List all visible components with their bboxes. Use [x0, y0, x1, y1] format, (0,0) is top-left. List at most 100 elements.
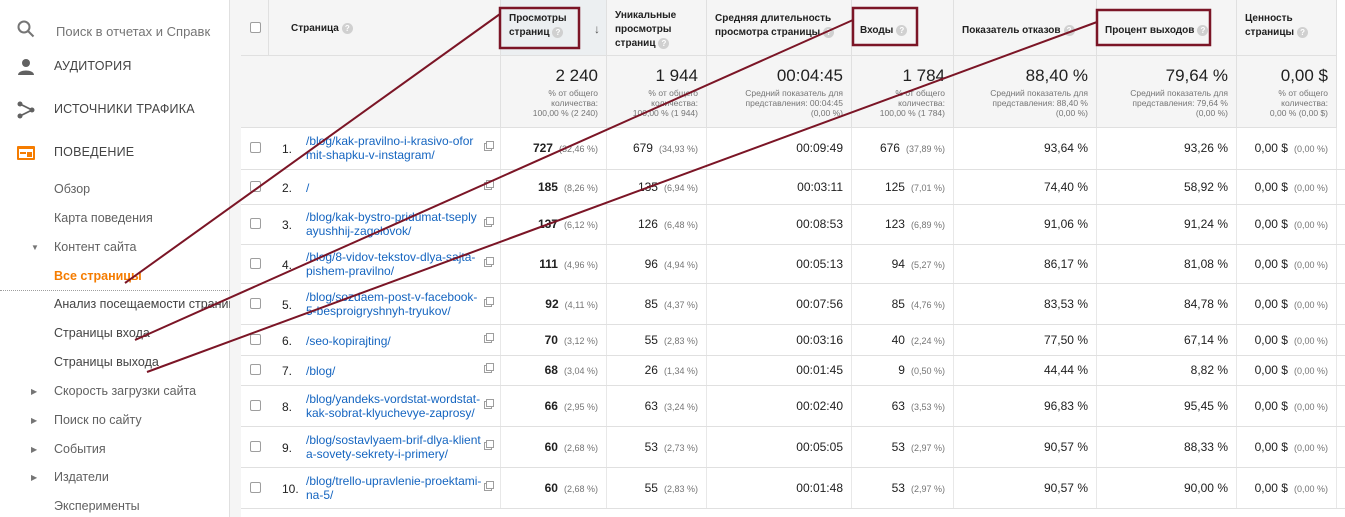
open-in-new-icon[interactable]: [484, 217, 494, 227]
row-checkbox[interactable]: [250, 333, 261, 345]
help-icon[interactable]: ?: [896, 24, 908, 36]
sidebar-search[interactable]: Поиск в отчетах и Справк: [0, 14, 230, 48]
nav-site-content[interactable]: ▼ Контент сайта: [0, 236, 230, 258]
nav-behavior[interactable]: ПОВЕДЕНИЕ: [0, 139, 230, 167]
row-checkbox[interactable]: [250, 440, 261, 452]
row-checkbox[interactable]: [250, 257, 261, 269]
page-link[interactable]: /blog/8-vidov-tekstov-dlya-sajta-pishem-…: [306, 250, 482, 278]
pageviews-value: 70: [544, 332, 558, 347]
open-in-new-icon[interactable]: [484, 332, 494, 343]
page-link[interactable]: /seo-kopirajting/: [306, 334, 482, 348]
nav-landing-pages[interactable]: Страницы входа: [0, 322, 230, 344]
nav-overview[interactable]: Обзор: [0, 178, 230, 200]
header-exit-rate[interactable]: Процент выходов?: [1097, 0, 1237, 56]
entrances-pct: (4,76 %): [910, 299, 945, 310]
open-in-new-icon[interactable]: [484, 256, 494, 267]
page-link[interactable]: /blog/kak-bystro-pridumat-tseplyayushhij…: [306, 210, 482, 238]
open-in-new-icon[interactable]: [484, 179, 494, 190]
page-link[interactable]: /blog/yandeks-vordstat-wordstat-kak-sobr…: [306, 392, 482, 420]
cell-value: 0,00 $ (0,00 %): [1237, 468, 1337, 508]
totals-note: количества:: [1281, 98, 1328, 108]
header-page-value[interactable]: Ценность страницы?: [1237, 0, 1337, 56]
nav-content-drilldown[interactable]: Анализ посещаемости страниц: [0, 293, 236, 315]
cell-pageviews: 92 (4,11 %): [501, 284, 607, 324]
nav-all-pages[interactable]: Все страницы: [0, 265, 230, 287]
row-index: 10.: [282, 481, 299, 496]
exit-value: 93,26 %: [1183, 141, 1228, 155]
nav-exit-pages[interactable]: Страницы выхода: [0, 351, 230, 373]
page-value: 0,00 $: [1254, 363, 1288, 377]
open-in-new-icon[interactable]: [484, 363, 494, 373]
nav-site-search[interactable]: ▶ Поиск по сайту: [0, 409, 230, 431]
page-value: 0,00 $: [1254, 256, 1288, 271]
select-all-checkbox[interactable]: [250, 22, 261, 33]
page-value: 0,00 $: [1254, 296, 1288, 311]
table-row: 6. /seo-kopirajting/ 70 (3,12 %) 55 (2,83 …: [241, 325, 1345, 356]
nav-behavior-flow[interactable]: Карта поведения: [0, 207, 230, 229]
help-icon[interactable]: ?: [1063, 24, 1075, 36]
header-select-all: [241, 0, 269, 56]
cell-unique: 26 (1,34 %): [607, 356, 707, 385]
header-avg-time[interactable]: Средняя длительность просмотра страницы?: [707, 0, 852, 56]
row-checkbox[interactable]: [250, 218, 261, 229]
page-link[interactable]: /blog/sozdaem-post-v-facebook-5-besproig…: [306, 290, 482, 318]
nav-site-speed[interactable]: ▶ Скорость загрузки сайта: [0, 380, 230, 402]
page-link[interactable]: /blog/sostavlyaem-brif-dlya-klienta-sove…: [306, 433, 482, 461]
row-checkbox[interactable]: [250, 180, 261, 192]
cell-value: 0,00 $ (0,00 %): [1237, 427, 1337, 467]
avg-time-value: 00:05:05: [796, 439, 843, 454]
page-link[interactable]: /: [306, 181, 482, 195]
header-page[interactable]: Страница?: [269, 0, 501, 56]
cell-entrances: 40 (2,24 %): [852, 325, 954, 355]
page-link[interactable]: /blog/: [306, 364, 482, 378]
help-icon[interactable]: ?: [341, 22, 353, 34]
nav-experiments[interactable]: Эксперименты: [0, 495, 230, 517]
unique-value: 55: [644, 332, 658, 347]
cell-page: 8. /blog/yandeks-vordstat-wordstat-kak-s…: [241, 386, 501, 426]
entrances-pct: (6,89 %): [910, 220, 945, 230]
page-link[interactable]: /blog/trello-upravlenie-proektami-na-5/: [306, 474, 482, 502]
open-in-new-icon[interactable]: [484, 398, 494, 409]
row-checkbox[interactable]: [250, 399, 261, 411]
header-entrances-label: Входы: [860, 25, 894, 36]
header-entrances[interactable]: Входы?: [852, 0, 954, 56]
nav-publishers[interactable]: ▶ Издатели: [0, 466, 230, 488]
entrances-value: 40: [891, 332, 905, 347]
nav-traffic-sources[interactable]: ИСТОЧНИКИ ТРАФИКА: [0, 96, 230, 124]
page-value-pct: (0,00 %): [1293, 483, 1328, 494]
unique-pct: (2,83 %): [663, 335, 698, 346]
open-in-new-icon[interactable]: [484, 141, 494, 151]
entrances-pct: (7,01 %): [910, 182, 945, 193]
open-in-new-icon[interactable]: [484, 480, 494, 491]
open-in-new-icon[interactable]: [484, 439, 494, 450]
nav-events-label: События: [54, 442, 106, 456]
cell-exit: 81,08 %: [1097, 245, 1237, 283]
person-icon: [18, 59, 34, 75]
row-checkbox[interactable]: [250, 142, 261, 153]
help-icon[interactable]: ?: [658, 37, 670, 49]
row-checkbox[interactable]: [250, 297, 261, 309]
totals-note: количества:: [898, 98, 945, 108]
header-bounce-rate[interactable]: Показатель отказов?: [954, 0, 1097, 56]
pageviews-pct: (4,11 %): [564, 299, 598, 310]
help-icon[interactable]: ?: [552, 26, 564, 38]
page-link[interactable]: /blog/kak-pravilno-i-krasivo-oformit-sha…: [306, 134, 482, 162]
pageviews-pct: (32,46 %): [558, 144, 598, 154]
cell-entrances: 85 (4,76 %): [852, 284, 954, 324]
cell-entrances: 53 (2,97 %): [852, 468, 954, 508]
sort-desc-icon[interactable]: ↓: [594, 22, 600, 36]
nav-audience[interactable]: АУДИТОРИЯ: [0, 53, 230, 81]
header-exit-label: Процент выходов: [1105, 25, 1195, 36]
row-checkbox[interactable]: [250, 364, 261, 375]
open-in-new-icon[interactable]: [484, 296, 494, 307]
help-icon[interactable]: ?: [1197, 24, 1209, 36]
cell-page: 10. /blog/trello-upravlenie-proektami-na…: [241, 468, 501, 508]
unique-pct: (2,83 %): [663, 483, 698, 494]
nav-content-drilldown-label: Анализ посещаемости страниц: [54, 297, 236, 311]
help-icon[interactable]: ?: [823, 26, 835, 38]
row-checkbox[interactable]: [250, 481, 261, 493]
header-pageviews[interactable]: Просмотры страниц? ↓: [501, 0, 607, 56]
header-unique-pageviews[interactable]: Уникальные просмотры страниц?: [607, 0, 707, 56]
nav-events[interactable]: ▶ События: [0, 438, 230, 460]
help-icon[interactable]: ?: [1297, 26, 1309, 38]
